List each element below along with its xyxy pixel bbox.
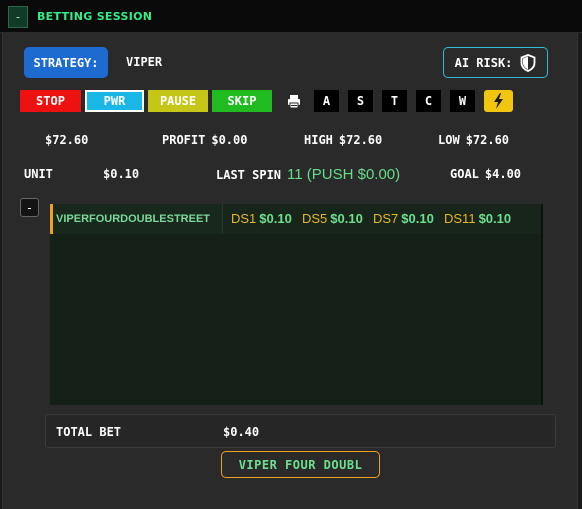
high-label: HIGH bbox=[304, 133, 333, 147]
unit-value: $0.10 bbox=[103, 167, 140, 181]
ai-risk-button[interactable]: AI RISK: bbox=[443, 47, 548, 78]
strategy-name: VIPER bbox=[126, 55, 163, 69]
letter-button-c[interactable]: C bbox=[416, 90, 441, 112]
balance-value: $72.60 bbox=[45, 133, 89, 147]
pause-button[interactable]: PAUSE bbox=[148, 90, 208, 112]
scrollbar[interactable] bbox=[541, 204, 543, 405]
low-label: LOW bbox=[438, 133, 460, 147]
high-stat: HIGH $72.60 bbox=[304, 133, 382, 147]
profit-value: $0.00 bbox=[211, 133, 248, 147]
total-bet-label: TOTAL BET bbox=[56, 425, 122, 439]
profit-stat: PROFIT $0.00 bbox=[162, 133, 247, 147]
printer-icon[interactable] bbox=[287, 94, 301, 109]
pwr-button[interactable]: PWR bbox=[85, 90, 144, 112]
total-bet-value: $0.40 bbox=[223, 425, 260, 439]
low-value: $72.60 bbox=[465, 133, 510, 147]
bet-item: DS11 $0.10 bbox=[444, 211, 512, 226]
ai-risk-label: AI RISK: bbox=[454, 55, 513, 70]
bet-strategy-name: VIPERFOURDOUBLESTREET bbox=[50, 204, 223, 234]
goal-label: GOAL bbox=[450, 167, 479, 181]
last-spin-label: LAST SPIN bbox=[216, 168, 282, 182]
letter-button-w[interactable]: W bbox=[450, 90, 475, 112]
total-bet-bar: TOTAL BET $0.40 bbox=[45, 414, 556, 448]
profit-label: PROFIT bbox=[162, 133, 206, 147]
unit-label: UNIT bbox=[24, 167, 53, 181]
goal-value: $4.00 bbox=[484, 167, 522, 181]
letter-button-a[interactable]: A bbox=[314, 90, 339, 112]
lightning-bolt-icon bbox=[494, 93, 503, 109]
last-spin-stat: LAST SPIN 11 (PUSH $0.00) bbox=[216, 166, 400, 183]
title-bar: - BETTING SESSION bbox=[0, 0, 582, 33]
collapse-button[interactable]: - bbox=[8, 6, 28, 28]
last-spin-value: 11 (PUSH $0.00) bbox=[287, 166, 401, 183]
letter-button-t[interactable]: T bbox=[382, 90, 407, 112]
lightning-bolt-button[interactable] bbox=[484, 90, 513, 112]
letter-button-s[interactable]: S bbox=[348, 90, 373, 112]
stop-button[interactable]: STOP bbox=[20, 90, 81, 112]
strategy-select-button[interactable]: VIPER FOUR DOUBL bbox=[221, 451, 380, 478]
bet-item: DS1 $0.10 bbox=[231, 211, 292, 226]
window-title: BETTING SESSION bbox=[37, 10, 153, 23]
bet-item: DS7 $0.10 bbox=[373, 211, 434, 226]
goal-stat: GOAL $4.00 bbox=[450, 167, 521, 181]
bet-list-area: VIPERFOURDOUBLESTREET DS1 $0.10 DS5 $0.10 … bbox=[50, 204, 543, 405]
skip-button[interactable]: SKIP bbox=[212, 90, 272, 112]
high-value: $72.60 bbox=[338, 133, 383, 147]
section-toggle-button[interactable]: - bbox=[20, 198, 39, 217]
bet-item: DS5 $0.10 bbox=[302, 211, 363, 226]
low-stat: LOW $72.60 bbox=[438, 133, 509, 147]
shield-icon bbox=[520, 53, 536, 72]
strategy-button[interactable]: STRATEGY: bbox=[24, 47, 108, 78]
bet-row: VIPERFOURDOUBLESTREET DS1 $0.10 DS5 $0.10 … bbox=[50, 204, 541, 234]
